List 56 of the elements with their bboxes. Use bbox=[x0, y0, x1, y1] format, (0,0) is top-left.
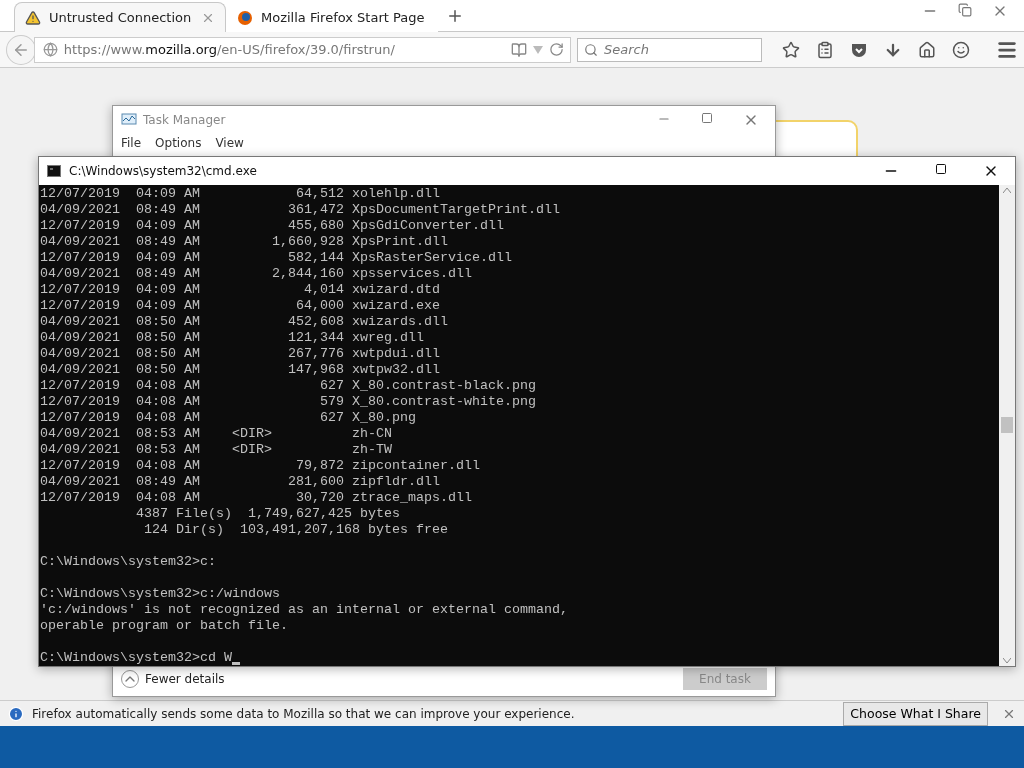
chart-icon bbox=[121, 113, 137, 127]
menu-item[interactable]: File bbox=[121, 136, 142, 150]
console-line: 12/07/2019 04:08 AM 79,872 zipcontainer.dll bbox=[40, 458, 480, 474]
browser-tab[interactable]: Untrusted Connection bbox=[14, 2, 226, 32]
console-line: 04/09/2021 08:50 AM 147,968 xwtpw32.dll bbox=[40, 362, 440, 378]
menu-item[interactable]: View bbox=[215, 136, 244, 150]
choose-what-i-share-button[interactable]: Choose What I Share bbox=[843, 701, 988, 726]
console-line: 04/09/2021 08:53 AM <DIR> zh-TW bbox=[40, 442, 392, 458]
console-line: 'c:/windows' is not recognized as an internal or external command, bbox=[40, 602, 568, 618]
console-line: 04/09/2021 08:50 AM 267,776 xwtpdui.dll bbox=[40, 346, 440, 362]
restore-icon[interactable] bbox=[958, 2, 972, 17]
console-line: 12/07/2019 04:08 AM 627 X_80.png bbox=[40, 410, 416, 426]
menu-item[interactable]: Options bbox=[155, 136, 202, 150]
console-line: 12/07/2019 04:08 AM 30,720 ztrace_maps.dll bbox=[40, 490, 472, 506]
console-line: C:\Windows\system32>cd W bbox=[40, 650, 232, 666]
window-title: Task Manager bbox=[143, 113, 226, 127]
address-bar[interactable]: https://www.mozilla.org/en-US/firefox/39.0/firstrun/ bbox=[33, 36, 571, 63]
window-title: C:\Windows\system32\cmd.exe bbox=[69, 164, 257, 178]
home-icon[interactable] bbox=[918, 40, 936, 59]
console-line: 04/09/2021 08:50 AM 452,608 xwizards.dll bbox=[40, 314, 448, 330]
console-line: 124 Dir(s) 103,491,207,168 bytes free bbox=[142, 522, 448, 538]
scroll-up-icon[interactable] bbox=[1003, 187, 1011, 193]
chat-icon[interactable] bbox=[952, 40, 970, 59]
console-line: 12/07/2019 04:09 AM 455,680 XpsGdiConverter.dll bbox=[40, 218, 504, 234]
console-line: 04/09/2021 08:49 AM 1,660,928 XpsPrint.dll bbox=[40, 234, 448, 250]
terminal-icon bbox=[47, 165, 61, 177]
console-line: 04/09/2021 08:50 AM 121,344 xwreg.dll bbox=[40, 330, 424, 346]
reload-icon[interactable] bbox=[548, 42, 564, 57]
info-icon bbox=[8, 705, 24, 722]
scrollbar[interactable] bbox=[999, 185, 1015, 666]
console-line: C:\Windows\system32>c: bbox=[40, 554, 216, 570]
search-icon bbox=[583, 42, 598, 57]
details-toggle[interactable]: Fewer details bbox=[145, 672, 225, 686]
console-line: C:\Windows\system32>c:/windows bbox=[40, 586, 280, 602]
console-line: 04/09/2021 08:53 AM <DIR> zh-CN bbox=[40, 426, 392, 442]
console-line: 12/07/2019 04:08 AM 627 X_80.contrast-black.png bbox=[40, 378, 536, 394]
notification-message: Firefox automatically sends some data to Mozilla so that we can improve your experience. bbox=[32, 706, 575, 721]
console-line: 12/07/2019 04:09 AM 4,014 xwizard.dtd bbox=[40, 282, 440, 298]
text-cursor bbox=[231, 662, 240, 665]
search-field[interactable]: Search bbox=[576, 37, 762, 62]
console-line: 04/09/2021 08:49 AM 2,844,160 xpsservices.dll bbox=[40, 266, 472, 282]
console-line: 12/07/2019 04:09 AM 64,000 xwizard.exe bbox=[40, 298, 440, 314]
console-line: 12/07/2019 04:09 AM 582,144 XpsRasterService.dll bbox=[40, 250, 512, 266]
scroll-down-icon[interactable] bbox=[1003, 658, 1011, 664]
warning-icon bbox=[25, 9, 41, 26]
console-line: 12/07/2019 04:08 AM 579 X_80.contrast-white.png bbox=[40, 394, 536, 410]
console-line: operable program or batch file. bbox=[40, 618, 288, 634]
maximize-icon[interactable] bbox=[935, 163, 947, 175]
scroll-thumb[interactable] bbox=[1001, 417, 1013, 433]
reader-icon[interactable] bbox=[510, 41, 527, 58]
console-line: 04/09/2021 08:49 AM 281,600 zipfldr.dll bbox=[40, 474, 440, 490]
console-line: 04/09/2021 08:49 AM 361,472 XpsDocumentTargetPrint.dll bbox=[40, 202, 560, 218]
clipboard-icon[interactable] bbox=[816, 40, 834, 59]
console-line: 4387 File(s) 1,749,627,425 bytes bbox=[134, 506, 400, 522]
star-icon[interactable] bbox=[782, 40, 800, 59]
console-line: 12/07/2019 04:09 AM 64,512 xolehlp.dll bbox=[40, 186, 440, 202]
